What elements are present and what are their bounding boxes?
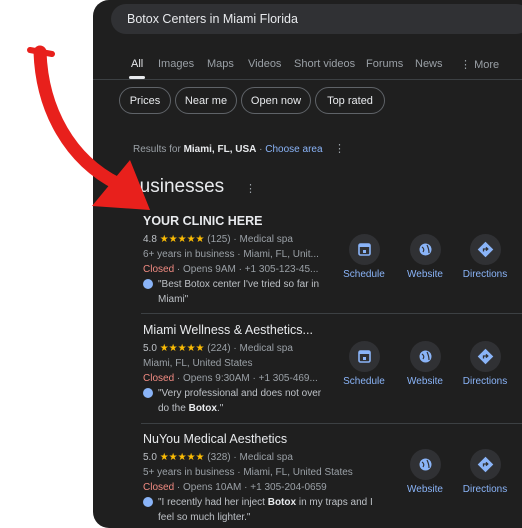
business-card-1[interactable]: YOUR CLINIC HERE 4.8 ★★★★★ (125) · Medic…: [143, 214, 343, 307]
tab-videos[interactable]: Videos: [248, 58, 281, 70]
business-hours: Closed · Opens 10AM · +1 305-204-0659: [143, 482, 327, 493]
directions-button[interactable]: Directions: [455, 234, 515, 280]
schedule-button[interactable]: Schedule: [334, 234, 394, 280]
globe-icon: [419, 350, 431, 363]
tabs-divider: [93, 79, 522, 80]
reviewer-avatar-icon: [143, 388, 153, 398]
directions-button[interactable]: Directions: [455, 341, 515, 387]
business-card-2[interactable]: Miami Wellness & Aesthetics... 5.0 ★★★★★…: [143, 323, 343, 416]
search-results-screen: Botox Centers in Miami Florida All Image…: [93, 0, 522, 528]
chip-top-rated[interactable]: Top rated: [315, 87, 385, 114]
business-review: "Very professional and does not over do t…: [143, 386, 343, 416]
globe-icon: [419, 243, 431, 256]
search-input[interactable]: Botox Centers in Miami Florida: [111, 4, 522, 34]
tab-short-videos[interactable]: Short videos: [294, 58, 355, 70]
business-review: "I recently had her inject Botox in my t…: [143, 495, 398, 525]
schedule-button[interactable]: Schedule: [334, 341, 394, 387]
tab-news[interactable]: News: [415, 58, 443, 70]
choose-area-link[interactable]: Choose area: [265, 144, 322, 155]
directions-icon: [477, 241, 493, 258]
business-rating-line: 4.8 ★★★★★ (125) · Medical spa: [143, 234, 293, 245]
chip-near-me[interactable]: Near me: [175, 87, 237, 114]
results-options-icon[interactable]: ⋮: [334, 142, 345, 155]
business-rating-line: 5.0 ★★★★★ (224) · Medical spa: [143, 343, 293, 354]
business-hours: Closed · Opens 9:30AM · +1 305-469...: [143, 373, 318, 384]
tab-all[interactable]: All: [131, 58, 143, 70]
business-divider: [141, 313, 522, 314]
star-rating-icon: ★★★★★: [159, 343, 205, 354]
section-title: Businesses: [127, 176, 225, 197]
business-details: Miami, FL, United States: [143, 358, 253, 369]
business-rating-line: 5.0 ★★★★★ (328) · Medical spa: [143, 452, 293, 463]
business-review: "Best Botox center I've tried so far in M…: [143, 277, 343, 307]
location-text: Miami, FL, USA: [183, 144, 257, 155]
directions-icon: [477, 456, 493, 473]
chip-prices[interactable]: Prices: [119, 87, 171, 114]
business-card-3[interactable]: NuYou Medical Aesthetics 5.0 ★★★★★ (328)…: [143, 432, 373, 525]
tab-images[interactable]: Images: [158, 58, 194, 70]
star-rating-icon: ★★★★★: [159, 234, 205, 245]
website-button[interactable]: Website: [395, 449, 455, 495]
business-divider: [141, 423, 522, 424]
section-options-icon[interactable]: ⋮: [245, 182, 256, 195]
globe-icon: [419, 458, 431, 471]
directions-icon: [477, 348, 493, 365]
reviewer-avatar-icon: [143, 497, 153, 507]
tab-more[interactable]: ⋮ More: [460, 58, 499, 71]
reviewer-avatar-icon: [143, 279, 153, 289]
business-details: 5+ years in business · Miami, FL, United…: [143, 467, 353, 478]
star-rating-icon: ★★★★★: [159, 452, 205, 463]
more-vert-icon: ⋮: [460, 59, 471, 71]
results-location: Results for Miami, FL, USA · Choose area: [133, 144, 323, 155]
directions-button[interactable]: Directions: [455, 449, 515, 495]
calendar-icon: [357, 243, 371, 256]
business-hours: Closed · Opens 9AM · +1 305-123-45...: [143, 264, 319, 275]
chip-open-now[interactable]: Open now: [241, 87, 311, 114]
business-name[interactable]: YOUR CLINIC HERE: [143, 214, 333, 228]
website-button[interactable]: Website: [395, 341, 455, 387]
calendar-icon: [357, 350, 371, 363]
business-name[interactable]: Miami Wellness & Aesthetics...: [143, 323, 333, 337]
business-details: 6+ years in business · Miami, FL, Unit..…: [143, 249, 319, 260]
tab-forums[interactable]: Forums: [366, 58, 403, 70]
tab-maps[interactable]: Maps: [207, 58, 234, 70]
business-name[interactable]: NuYou Medical Aesthetics: [143, 432, 333, 446]
website-button[interactable]: Website: [395, 234, 455, 280]
